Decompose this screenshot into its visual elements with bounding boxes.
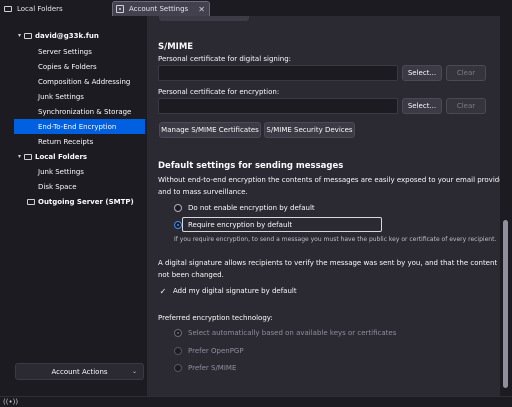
smime-devices-button[interactable]: S/MIME Security Devices (264, 122, 355, 138)
sidebar-outgoing-server[interactable]: Outgoing Server (SMTP) (14, 194, 145, 209)
sidebar-local-folders[interactable]: ▾ Local Folders (14, 149, 145, 164)
sidebar-outgoing-label: Outgoing Server (SMTP) (38, 197, 134, 206)
button-label: Clear (456, 69, 476, 77)
radio-tech-smime[interactable] (174, 364, 182, 372)
folder-icon (4, 5, 12, 13)
require-note: If you require encryption, to send a mes… (174, 236, 497, 243)
folder-icon (24, 153, 33, 160)
defaults-heading: Default settings for sending messages (158, 161, 344, 171)
tab-bar: Local Folders Account Settings ✕ (0, 0, 512, 16)
scrolled-content-edge (159, 16, 249, 21)
pref-tech-label: Preferred encryption technology: (158, 314, 273, 322)
tab-account-settings-label: Account Settings (129, 5, 189, 13)
defaults-desc-line1: Without end-to-end encryption the conten… (158, 176, 507, 184)
radio-tech-auto-label[interactable]: Select automatically based on available … (188, 329, 396, 337)
radio-tech-auto[interactable] (174, 329, 182, 337)
account-actions-label: Account Actions (51, 367, 108, 376)
signing-cert-label: Personal certificate for digital signing… (158, 55, 292, 63)
sidebar-item-return-receipts[interactable]: Return Receipts (14, 134, 145, 149)
server-icon (27, 198, 35, 205)
sidebar-item-server-settings[interactable]: Server Settings (14, 44, 145, 59)
sidebar-item-label: Return Receipts (38, 137, 94, 146)
sidebar-item-disk-space[interactable]: Disk Space (14, 179, 145, 194)
button-label: Select... (407, 69, 437, 77)
sidebar-item-local-junk[interactable]: Junk Settings (14, 164, 145, 179)
scrollbar-thumb[interactable] (503, 220, 508, 388)
radio-no-encrypt-label[interactable]: Do not enable encryption by default (188, 204, 315, 212)
signature-checkbox[interactable]: ✓ (159, 287, 167, 296)
tab-local-folders-label: Local Folders (17, 4, 63, 13)
encryption-select-button[interactable]: Select... (402, 98, 442, 114)
radio-no-encrypt[interactable] (174, 204, 182, 212)
button-label: Manage S/MIME Certificates (161, 126, 259, 134)
radio-tech-pgp-label[interactable]: Prefer OpenPGP (188, 347, 244, 355)
smime-heading: S/MIME (158, 42, 194, 52)
manage-smime-certs-button[interactable]: Manage S/MIME Certificates (159, 122, 261, 138)
defaults-desc-line2: and to mass surveillance. (158, 188, 248, 196)
signature-checkbox-label[interactable]: Add my digital signature by default (173, 287, 297, 295)
encryption-clear-button[interactable]: Clear (446, 98, 486, 114)
tab-account-settings[interactable]: Account Settings ✕ (112, 1, 210, 16)
signing-clear-button[interactable]: Clear (446, 65, 486, 81)
sidebar-item-label: End-To-End Encryption (38, 122, 117, 131)
button-label: Clear (456, 102, 476, 110)
sidebar-item-sync-storage[interactable]: Synchronization & Storage (14, 104, 145, 119)
sidebar-item-label: Copies & Folders (38, 62, 97, 71)
encryption-cert-field[interactable] (158, 98, 398, 114)
account-actions-button[interactable]: Account Actions ⌄ (15, 363, 144, 380)
sidebar-item-copies-folders[interactable]: Copies & Folders (14, 59, 145, 74)
status-bar: ((•)) (0, 396, 512, 407)
signature-desc-line1: A digital signature allows recipients to… (158, 259, 512, 267)
sidebar-account[interactable]: ▾ david@g33k.fun (14, 28, 145, 43)
signature-desc-line2: not been changed. (158, 271, 224, 279)
button-label: S/MIME Security Devices (266, 126, 353, 134)
signing-cert-field[interactable] (158, 65, 398, 81)
settings-icon (116, 5, 124, 13)
sidebar-local-folders-label: Local Folders (35, 152, 88, 161)
chevron-down-icon: ⌄ (131, 368, 137, 375)
sidebar-item-label: Junk Settings (38, 92, 84, 101)
sidebar-item-label: Composition & Addressing (38, 77, 131, 86)
chevron-down-icon[interactable]: ▾ (18, 153, 21, 160)
chevron-down-icon[interactable]: ▾ (18, 32, 21, 39)
mail-icon (24, 32, 33, 39)
sidebar-item-junk-settings[interactable]: Junk Settings (14, 89, 145, 104)
tab-local-folders[interactable]: Local Folders (0, 1, 112, 16)
sidebar-item-label: Server Settings (38, 47, 92, 56)
sidebar-item-label: Disk Space (38, 182, 77, 191)
account-sidebar: ▾ david@g33k.fun Server Settings Copies … (0, 16, 147, 396)
radio-require-encrypt[interactable] (174, 221, 182, 229)
radio-require-encrypt-label[interactable]: Require encryption by default (188, 221, 292, 229)
button-label: Select... (407, 102, 437, 110)
encryption-cert-label: Personal certificate for encryption: (158, 88, 280, 96)
sidebar-item-label: Synchronization & Storage (38, 107, 132, 116)
signing-select-button[interactable]: Select... (402, 65, 442, 81)
sidebar-item-e2e-encryption[interactable]: End-To-End Encryption (14, 119, 145, 134)
radio-tech-smime-label[interactable]: Prefer S/MIME (188, 364, 236, 372)
radio-tech-pgp[interactable] (174, 347, 182, 355)
activity-icon[interactable]: ((•)) (3, 398, 18, 406)
sidebar-item-label: Junk Settings (38, 167, 84, 176)
sidebar-item-composition[interactable]: Composition & Addressing (14, 74, 145, 89)
close-tab-icon[interactable]: ✕ (198, 5, 205, 14)
sidebar-account-label: david@g33k.fun (35, 31, 99, 40)
